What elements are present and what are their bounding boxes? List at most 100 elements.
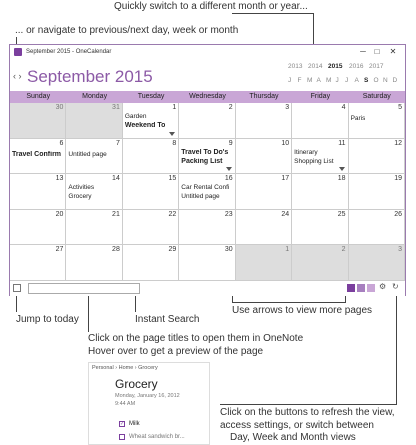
calendar-day-cell[interactable]: 16 Car Rental Confi Untitled page — [179, 174, 236, 210]
page-title-link[interactable]: Untitled page — [68, 151, 106, 158]
calendar-day-cell[interactable]: 25 — [292, 209, 349, 246]
calendar-day-cell[interactable]: 23 — [179, 209, 236, 246]
calendar-day-cell[interactable]: 13 — [10, 174, 67, 210]
calendar-day-cell[interactable]: 7 Untitled page — [66, 138, 123, 175]
calendar-day-cell[interactable]: 14 Activities Grocery — [66, 174, 123, 210]
calendar-day-cell[interactable]: 5 Paris — [348, 103, 405, 139]
calendar-day-cell[interactable]: 30 — [179, 245, 236, 281]
search-input[interactable] — [28, 283, 140, 294]
calendar-day-cell[interactable]: 27 — [10, 245, 67, 281]
day-number: 7 — [115, 139, 120, 147]
year-option-2015[interactable]: 2015 — [328, 63, 342, 70]
calendar-day-cell[interactable]: 3 — [235, 103, 293, 139]
day-number: 16 — [224, 175, 233, 183]
day-number: 17 — [281, 175, 290, 183]
day-number: 18 — [337, 175, 346, 183]
title-bar: September 2015 - OneCalendar ─ □ ✕ — [10, 45, 405, 60]
refresh-icon[interactable]: ↻ — [392, 282, 399, 291]
month-option[interactable]: S — [364, 77, 368, 84]
calendar-day-cell[interactable]: 19 — [348, 174, 405, 210]
calendar-day-cell[interactable]: 20 — [10, 209, 67, 246]
page-title-link[interactable]: Grocery — [68, 193, 91, 200]
calendar-day-cell[interactable]: 11 Itinerary Shopping List — [292, 138, 349, 175]
year-option-2016[interactable]: 2016 — [349, 63, 363, 70]
year-option-2014[interactable]: 2014 — [308, 63, 322, 70]
day-number: 3 — [398, 246, 402, 254]
calendar-day-cell[interactable]: 30 — [10, 103, 67, 139]
calendar-day-cell[interactable]: 2 — [179, 103, 236, 139]
callout-hover-preview: Hover over to get a preview of the page — [88, 346, 264, 357]
page-title-link[interactable]: Untitled page — [181, 193, 219, 200]
calendar-day-cell[interactable]: 26 — [348, 209, 405, 246]
calendar-day-cell[interactable]: 28 — [66, 245, 123, 281]
month-option[interactable]: M — [326, 77, 331, 84]
settings-icon[interactable]: ⚙ — [379, 282, 386, 291]
calendar-day-cell[interactable]: 9 Travel To Do's Packing List — [179, 138, 236, 175]
calendar-day-cell[interactable]: 24 — [235, 209, 293, 246]
page-title-link[interactable]: Activities — [68, 184, 94, 191]
calendar-day-cell[interactable]: 12 — [348, 138, 405, 175]
page-title-link[interactable]: Shopping List — [294, 158, 333, 165]
calendar-day-cell[interactable]: 8 — [122, 138, 180, 175]
callout-jump-today: Jump to today — [16, 314, 79, 325]
callout-buttons-3: Day, Week and Month views — [230, 432, 356, 443]
month-option[interactable]: J — [345, 77, 348, 84]
day-number: 25 — [337, 210, 346, 218]
maximize-button[interactable]: □ — [371, 47, 383, 56]
preview-date: Monday, January 16, 2012 — [115, 393, 180, 399]
page-title-link[interactable]: Travel Confirm — [12, 151, 61, 158]
day-number: 21 — [112, 210, 120, 218]
page-title-link[interactable]: Packing List — [181, 158, 222, 165]
calendar-day-cell[interactable]: 6 Travel Confirm — [10, 138, 67, 175]
month-option[interactable]: M — [307, 77, 312, 84]
month-option[interactable]: A — [355, 77, 359, 84]
page-title-link[interactable]: Car Rental Confi — [181, 184, 229, 191]
page-title-link[interactable]: Garden — [125, 113, 147, 120]
calendar-day-cell[interactable]: 4 — [292, 103, 349, 139]
year-option-2013[interactable]: 2013 — [288, 63, 302, 70]
page-title-link[interactable]: Paris — [351, 115, 366, 122]
callout-switch-month-year: Quickly switch to a different month or y… — [114, 1, 308, 12]
onecalendar-app-icon — [14, 48, 22, 56]
preview-time: 9:44 AM — [115, 401, 136, 407]
page-title-link[interactable]: Travel To Do's — [181, 149, 228, 156]
year-option-2017[interactable]: 2017 — [369, 63, 383, 70]
month-option[interactable]: F — [298, 77, 302, 84]
calendar-day-cell[interactable]: 22 — [122, 209, 180, 246]
calendar-day-cell[interactable]: 10 — [235, 138, 293, 175]
month-option[interactable]: J — [336, 77, 339, 84]
month-option[interactable]: J — [288, 77, 291, 84]
calendar-day-cell[interactable]: 3 — [348, 245, 405, 281]
calendar-day-cell[interactable]: 15 — [122, 174, 180, 210]
today-icon[interactable] — [13, 284, 21, 292]
day-number: 31 — [112, 104, 120, 111]
month-option[interactable]: N — [383, 77, 388, 84]
day-number: 20 — [55, 210, 64, 218]
calendar-day-cell[interactable]: 1 Garden Weekend To — [122, 103, 180, 139]
more-pages-arrow-icon[interactable] — [169, 131, 176, 136]
month-option[interactable]: D — [393, 77, 398, 84]
calendar-day-cell[interactable]: 21 — [66, 209, 123, 246]
calendar-day-cell[interactable]: 18 — [292, 174, 349, 210]
day-number: 15 — [168, 175, 177, 183]
day-number: 13 — [55, 175, 64, 183]
page-title-link[interactable]: Weekend To — [125, 122, 166, 129]
minimize-button[interactable]: ─ — [357, 47, 369, 56]
close-button[interactable]: ✕ — [387, 47, 399, 56]
more-pages-arrow-icon[interactable] — [225, 167, 232, 172]
month-view-icon[interactable] — [347, 284, 355, 292]
day-view-icon[interactable] — [367, 284, 375, 292]
callout-buttons-2: access settings, or switch between — [220, 420, 374, 431]
week-view-icon[interactable] — [357, 284, 365, 292]
page-title-link[interactable]: Itinerary — [294, 149, 317, 156]
prev-next-arrows[interactable]: ‹ › — [13, 71, 22, 81]
calendar-day-cell[interactable]: 17 — [235, 174, 293, 210]
calendar-day-cell[interactable]: 1 — [235, 245, 293, 281]
calendar-day-cell[interactable]: 2 — [292, 245, 349, 281]
calendar-day-cell[interactable]: 31 — [66, 103, 123, 139]
calendar-day-cell[interactable]: 29 — [122, 245, 180, 281]
month-option[interactable]: A — [317, 77, 321, 84]
more-pages-arrow-icon[interactable] — [338, 167, 345, 172]
month-option[interactable]: O — [374, 77, 379, 84]
day-header: Friday — [292, 91, 349, 103]
